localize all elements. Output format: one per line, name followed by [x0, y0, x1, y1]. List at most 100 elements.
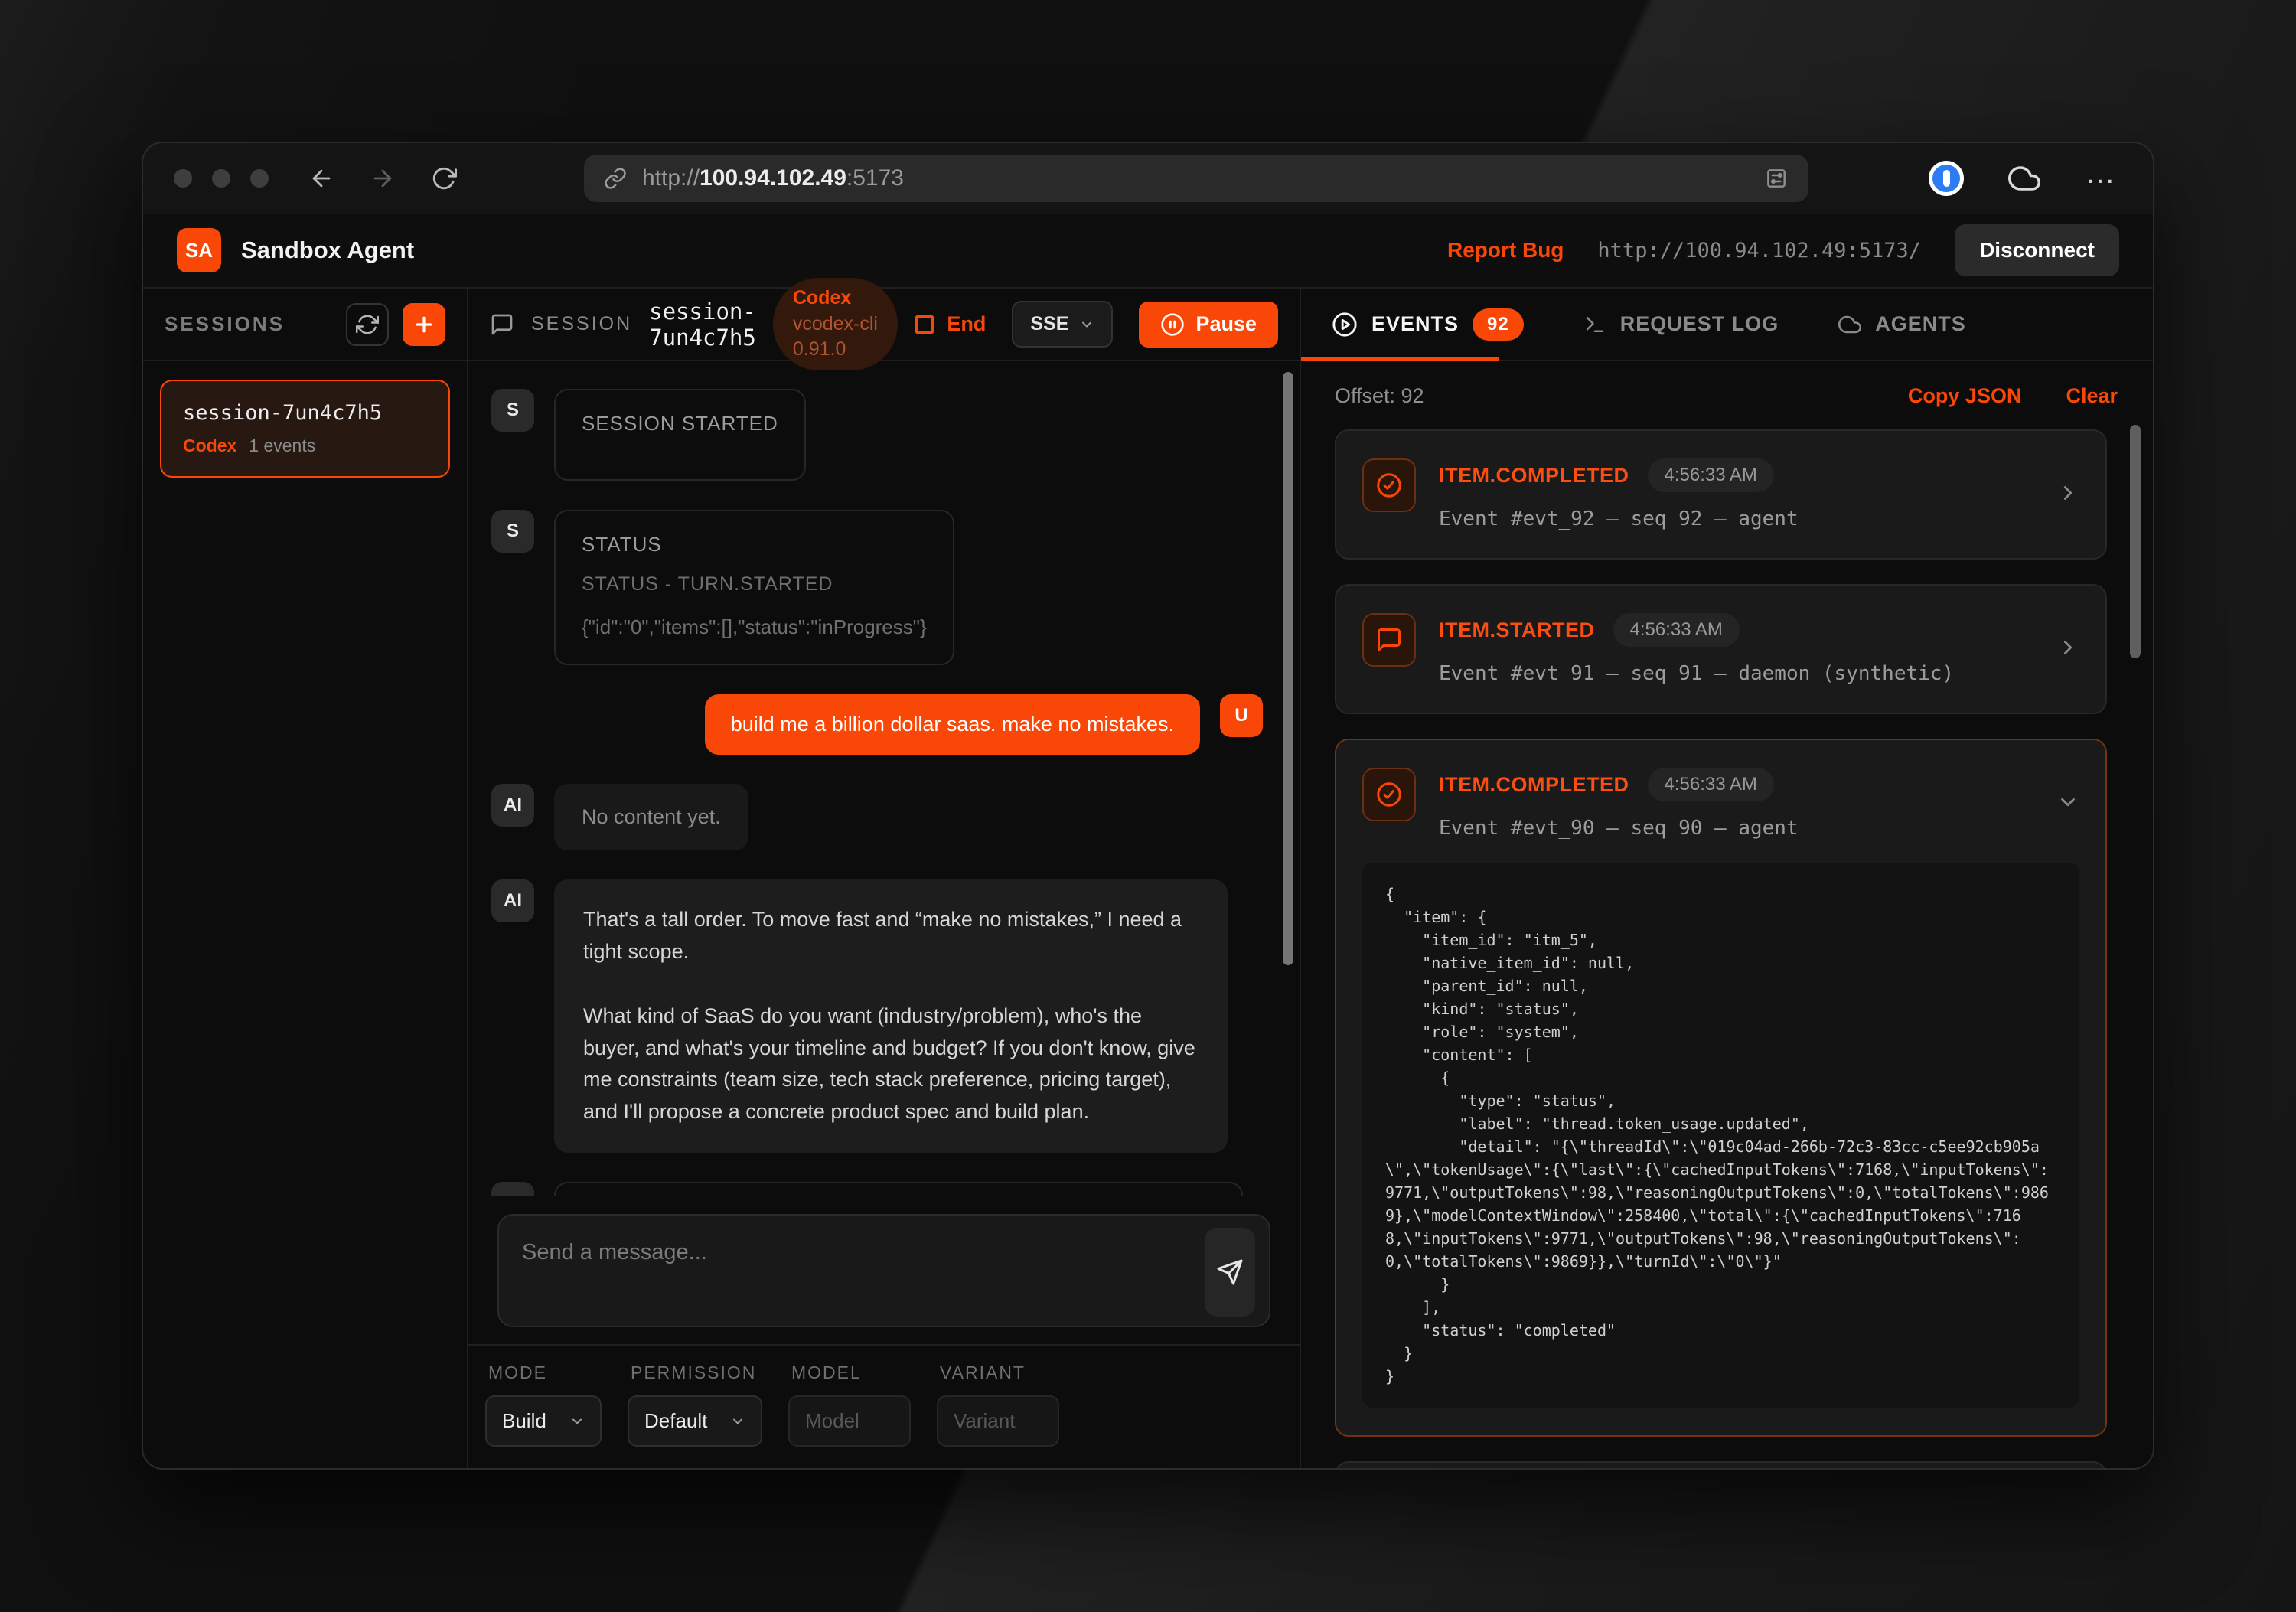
window-controls[interactable]: [174, 169, 269, 188]
system-message: S SESSION STARTED: [491, 389, 1263, 481]
app-logo: SA: [177, 228, 221, 272]
system-message: S STATUS STATUS - THREAD.TOKEN_USAGE.UPD…: [491, 1182, 1263, 1196]
app-title: Sandbox Agent: [241, 237, 414, 264]
link-icon: [604, 167, 627, 190]
sessions-title: SESSIONS: [165, 312, 285, 336]
app-header: SA Sandbox Agent Report Bug http://100.9…: [143, 214, 2153, 289]
play-circle-icon: [1332, 312, 1358, 338]
copy-json-button[interactable]: Copy JSON: [1908, 384, 2022, 408]
chevron-down-icon[interactable]: [2056, 791, 2079, 817]
maximize-window-button[interactable]: [250, 169, 269, 188]
chat-messages: S SESSION STARTED S STATUS STATUS - TURN…: [468, 361, 1300, 1196]
reload-icon[interactable]: [431, 165, 457, 191]
event-card-expanded[interactable]: ITEM.COMPLETED 4:56:33 AM Event #evt_90 …: [1335, 739, 2107, 1437]
message-bubble: No content yet.: [554, 784, 748, 850]
server-url: http://100.94.102.49:5173/: [1597, 239, 1921, 263]
event-type: ITEM.COMPLETED: [1439, 464, 1629, 488]
message-input[interactable]: [522, 1228, 1205, 1313]
message-bubble: build me a billion dollar saas. make no …: [705, 694, 1200, 755]
chat-scrollbar[interactable]: [1283, 372, 1293, 965]
session-name: session-7un4c7h5: [183, 401, 427, 425]
system-avatar: S: [491, 389, 534, 432]
events-panel: EVENTS 92 REQUEST LOG AGENTS Offset: 92 …: [1301, 289, 2153, 1468]
events-scrollbar[interactable]: [2130, 425, 2141, 658]
events-toolbar: Offset: 92 Copy JSON Clear: [1301, 361, 2153, 425]
assistant-message: AI No content yet.: [491, 784, 1263, 850]
chat-bubble-icon: [1362, 613, 1416, 667]
session-label: SESSION: [531, 313, 632, 335]
event-summary: Event #evt_90 — seq 90 — agent: [1439, 817, 2033, 840]
model-label: MODEL: [791, 1362, 911, 1383]
disconnect-button[interactable]: Disconnect: [1955, 224, 2119, 276]
back-icon[interactable]: [308, 165, 334, 191]
reader-settings-icon[interactable]: [1764, 166, 1789, 191]
chevron-right-icon[interactable]: [2056, 481, 2079, 508]
event-card[interactable]: ITEM.STARTED 4:56:33 AM Event #evt_89 — …: [1335, 1461, 2107, 1468]
variant-input[interactable]: [937, 1395, 1059, 1447]
offset-indicator: Offset: 92: [1335, 384, 1424, 408]
address-bar[interactable]: http://100.94.102.49:5173: [584, 155, 1808, 202]
message-bubble: STATUS STATUS - TURN.STARTED {"id":"0","…: [554, 510, 954, 665]
event-card[interactable]: ITEM.STARTED 4:56:33 AM Event #evt_91 — …: [1335, 584, 2107, 714]
send-icon: [1216, 1258, 1244, 1286]
check-circle-icon: [1362, 458, 1416, 512]
transport-select[interactable]: SSE: [1012, 301, 1113, 348]
password-manager-extension-icon[interactable]: [1929, 161, 1964, 196]
session-event-count: 1 events: [249, 436, 315, 456]
message-bubble: That's a tall order. To move fast and “m…: [554, 879, 1228, 1153]
browser-toolbar: http://100.94.102.49:5173 …: [143, 143, 2153, 214]
url-text: http://100.94.102.49:5173: [642, 165, 904, 191]
tab-agents[interactable]: AGENTS: [1838, 312, 1966, 336]
refresh-sessions-button[interactable]: [346, 303, 389, 346]
cloud-download-icon[interactable]: [2008, 162, 2040, 194]
session-list-item[interactable]: session-7un4c7h5 Codex 1 events: [160, 380, 450, 478]
permission-select[interactable]: Default: [628, 1395, 762, 1447]
chevron-down-icon: [569, 1414, 585, 1429]
tab-events[interactable]: EVENTS 92: [1332, 308, 1524, 341]
event-summary: Event #evt_92 — seq 92 — agent: [1439, 507, 2033, 530]
end-session-button[interactable]: End: [915, 312, 986, 336]
clear-events-button[interactable]: Clear: [2066, 384, 2118, 408]
forward-icon[interactable]: [370, 165, 396, 191]
events-list: ITEM.COMPLETED 4:56:33 AM Event #evt_92 …: [1301, 425, 2153, 1468]
assistant-avatar: AI: [491, 784, 534, 827]
system-avatar: S: [491, 1182, 534, 1196]
composer-box: [497, 1214, 1270, 1327]
stop-icon: [915, 315, 934, 334]
events-count-badge: 92: [1473, 308, 1524, 341]
event-payload-json: { "item": { "item_id": "itm_5", "native_…: [1362, 863, 2079, 1408]
mode-select[interactable]: Build: [485, 1395, 602, 1447]
system-message: S STATUS STATUS - TURN.STARTED {"id":"0"…: [491, 510, 1263, 665]
event-timestamp: 4:56:33 AM: [1613, 613, 1740, 647]
model-input[interactable]: [788, 1395, 911, 1447]
event-type: ITEM.COMPLETED: [1439, 773, 1629, 797]
chevron-right-icon[interactable]: [2056, 636, 2079, 663]
terminal-icon: [1583, 313, 1606, 336]
active-tab-indicator: [1301, 357, 1499, 361]
sessions-header: SESSIONS: [143, 289, 467, 361]
minimize-window-button[interactable]: [212, 169, 230, 188]
mode-label: MODE: [488, 1362, 602, 1383]
session-icon: [490, 312, 514, 337]
agent-version-badge: Codex vcodex-cli 0.91.0: [773, 278, 899, 370]
new-session-button[interactable]: [403, 303, 445, 346]
browser-menu-icon[interactable]: …: [2085, 165, 2119, 191]
event-timestamp: 4:56:33 AM: [1648, 768, 1774, 801]
events-tabs: EVENTS 92 REQUEST LOG AGENTS: [1301, 289, 2153, 361]
close-window-button[interactable]: [174, 169, 192, 188]
cloud-icon: [1838, 313, 1861, 336]
send-button[interactable]: [1205, 1228, 1255, 1317]
check-circle-icon: [1362, 768, 1416, 821]
user-message: build me a billion dollar saas. make no …: [491, 694, 1263, 755]
session-panel: SESSION session-7un4c7h5 Codex vcodex-cl…: [468, 289, 1301, 1468]
pause-button[interactable]: Pause: [1139, 302, 1278, 348]
variant-label: VARIANT: [940, 1362, 1059, 1383]
browser-window: http://100.94.102.49:5173 … SA Sandbox A…: [142, 142, 2154, 1470]
assistant-message: AI That's a tall order. To move fast and…: [491, 879, 1263, 1153]
tab-request-log[interactable]: REQUEST LOG: [1583, 312, 1779, 336]
event-card[interactable]: ITEM.COMPLETED 4:56:33 AM Event #evt_92 …: [1335, 429, 2107, 560]
sessions-sidebar: SESSIONS session-7un4c7h5 Codex 1 events: [143, 289, 468, 1468]
event-timestamp: 4:56:33 AM: [1648, 458, 1774, 492]
report-bug-link[interactable]: Report Bug: [1447, 238, 1564, 263]
event-summary: Event #evt_91 — seq 91 — daemon (synthet…: [1439, 662, 2033, 685]
